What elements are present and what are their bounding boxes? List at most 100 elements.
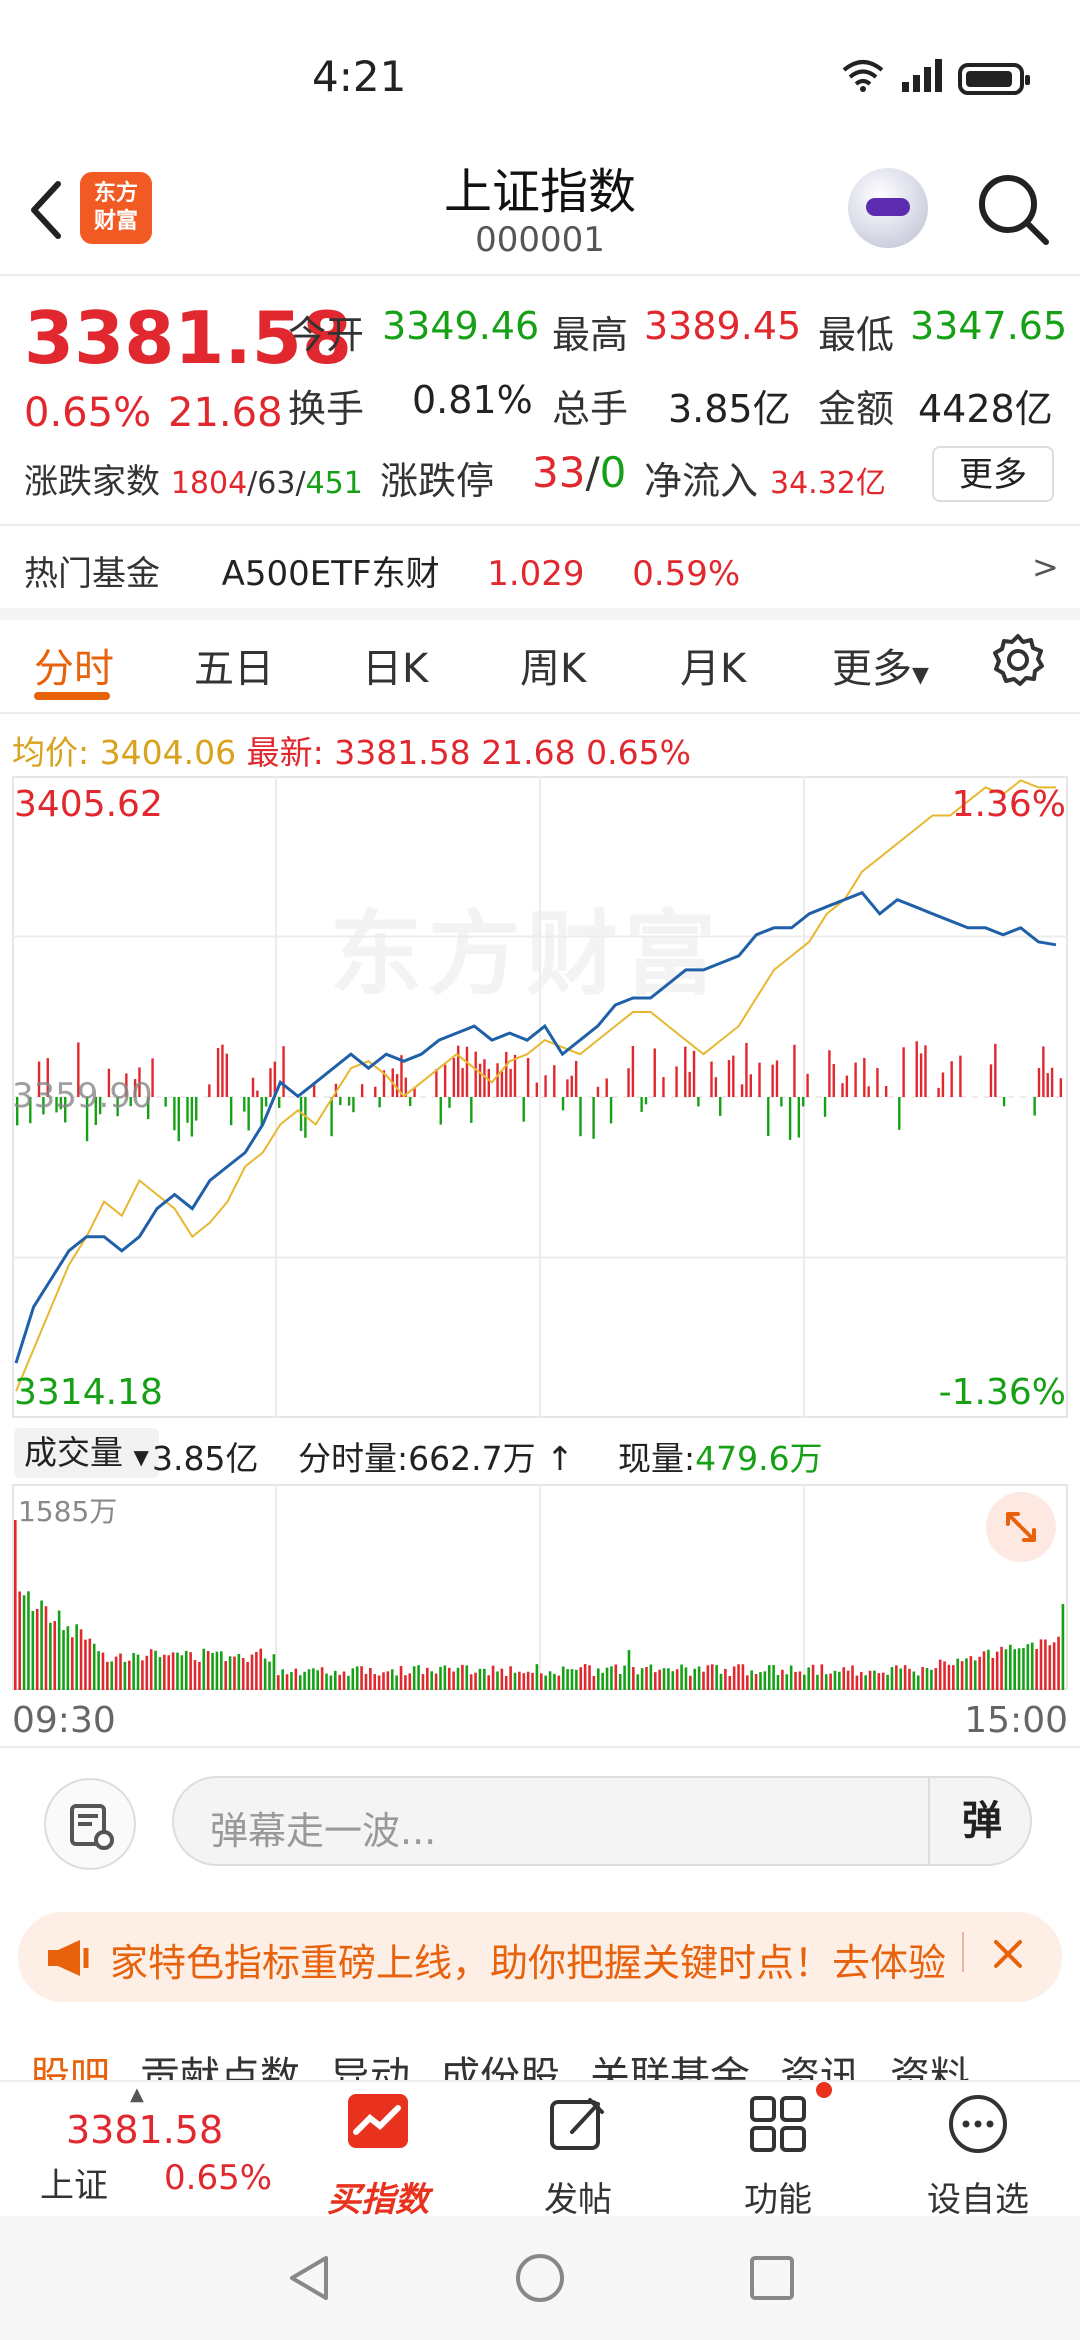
- more-button[interactable]: 更多: [932, 446, 1054, 502]
- volume-bar: [807, 1667, 810, 1690]
- nav-post[interactable]: 发帖: [508, 2172, 648, 2221]
- volume-bar: [794, 1671, 797, 1690]
- net-flow-bar: [771, 1064, 774, 1097]
- volume-bar: [88, 1638, 92, 1690]
- assistant-robot-icon[interactable]: [848, 168, 928, 248]
- tab-daily-k[interactable]: 日K: [362, 636, 428, 694]
- volume-bar: [184, 1650, 188, 1690]
- nav-index-price[interactable]: 3381.58: [66, 2108, 223, 2152]
- tab-intraday[interactable]: 分时: [34, 636, 114, 694]
- volume-bar: [167, 1655, 171, 1690]
- nav-buy-index[interactable]: 买指数: [308, 2172, 448, 2221]
- net-flow-bar: [631, 1045, 635, 1097]
- settings-gear-icon[interactable]: [990, 632, 1046, 688]
- volume-bar: [404, 1675, 407, 1690]
- volume-bar: [421, 1674, 425, 1690]
- danmu-placeholder: 弹幕走一波...: [210, 1809, 437, 1853]
- volume-bar: [193, 1660, 197, 1690]
- net-flow-bar: [173, 1097, 176, 1131]
- open-label: 今开: [288, 313, 365, 357]
- hot-fund-row[interactable]: 热门基金 A500ETF东财 1.029 0.59%: [24, 546, 740, 595]
- volume-bar: [390, 1669, 394, 1690]
- banner-close-button[interactable]: [978, 1924, 1038, 1984]
- volume-bar: [719, 1673, 723, 1690]
- tab-five-day[interactable]: 五日: [194, 636, 274, 694]
- volume-bar: [474, 1672, 477, 1690]
- volume-bar: [706, 1665, 710, 1690]
- net-flow-bar: [806, 1073, 809, 1097]
- system-recents-icon[interactable]: [744, 2250, 800, 2310]
- volume-bar: [27, 1591, 30, 1690]
- volume-bar: [40, 1600, 43, 1690]
- function-grid-icon[interactable]: [746, 2092, 810, 2156]
- tab-weekly-k[interactable]: 周K: [520, 636, 586, 694]
- system-home-icon[interactable]: [512, 2250, 568, 2310]
- net-flow-bar: [221, 1044, 224, 1097]
- tab-monthly-k[interactable]: 月K: [680, 636, 746, 694]
- volume-bar: [377, 1675, 381, 1690]
- volume-bar: [653, 1672, 657, 1690]
- search-button[interactable]: [976, 172, 1052, 248]
- volume-bar: [570, 1669, 574, 1690]
- expand-chart-button[interactable]: [986, 1492, 1056, 1562]
- volume-bar: [824, 1674, 828, 1690]
- volume-bar: [535, 1664, 539, 1690]
- volume-bar: [842, 1667, 846, 1690]
- volume-bar: [57, 1610, 61, 1690]
- add-watchlist-icon[interactable]: [946, 2092, 1010, 2156]
- indicator-select[interactable]: 成交量 ▼: [14, 1428, 159, 1478]
- net-flow-bar: [684, 1046, 687, 1097]
- volume-bar: [22, 1595, 26, 1690]
- net-flow-bar: [496, 1063, 499, 1097]
- nav-index-pct[interactable]: 0.65%: [164, 2158, 272, 2198]
- battery-icon: [958, 62, 1030, 95]
- volume-bar: [601, 1672, 604, 1690]
- net-flow-bar: [793, 1044, 796, 1097]
- nav-index-name[interactable]: 上证: [40, 2158, 108, 2207]
- net-flow-bar: [509, 1068, 512, 1097]
- buy-index-icon[interactable]: [346, 2092, 410, 2156]
- volume-bar: [224, 1661, 227, 1690]
- net-flow-bar: [697, 1097, 700, 1107]
- net-flow-bar: [195, 1097, 198, 1121]
- net-flow-bar: [867, 1086, 870, 1097]
- net-flow-bar: [919, 1053, 923, 1097]
- net-flow-bar: [675, 1066, 678, 1097]
- system-back-icon[interactable]: [282, 2250, 338, 2310]
- volume-bar: [176, 1652, 179, 1690]
- nav-add-watchlist[interactable]: 设自选: [908, 2172, 1048, 2221]
- volume-bar: [1026, 1644, 1030, 1690]
- volume-bar: [298, 1675, 302, 1690]
- danmu-settings-button[interactable]: [44, 1778, 136, 1870]
- volume-bar: [763, 1671, 767, 1690]
- nav-function[interactable]: 功能: [708, 2172, 848, 2221]
- turnover-value: 0.81%: [412, 378, 533, 422]
- volume-bar: [811, 1664, 815, 1690]
- net-flow-bar: [465, 1046, 469, 1097]
- volume-bar: [649, 1664, 653, 1690]
- volume-bar: [890, 1667, 894, 1690]
- net-flow-bar: [1033, 1097, 1036, 1116]
- volume-bar: [732, 1666, 736, 1690]
- volume-bar: [145, 1655, 149, 1690]
- post-icon[interactable]: [546, 2092, 610, 2156]
- volume-bar: [820, 1664, 824, 1690]
- net-flow-bar: [570, 1075, 573, 1097]
- volume-bar: [930, 1669, 933, 1690]
- fund-arrow-icon[interactable]: >: [1032, 548, 1059, 586]
- volume-value: 3.85亿: [668, 387, 791, 431]
- volume-bar: [439, 1666, 442, 1690]
- net-flow-bar: [950, 1061, 953, 1097]
- volume-bar: [658, 1669, 661, 1690]
- volume-bar: [417, 1665, 420, 1690]
- net-flow-bar: [710, 1061, 713, 1097]
- volume-bar: [456, 1667, 460, 1690]
- volume-bar: [114, 1656, 118, 1690]
- danmu-toggle-button[interactable]: 弹: [928, 1778, 1034, 1864]
- tab-more[interactable]: 更多▼: [832, 636, 929, 694]
- volume-bar: [610, 1666, 613, 1690]
- volume-bar: [500, 1668, 504, 1690]
- volume-chart-svg: [14, 1484, 1065, 1690]
- volume-bar: [689, 1675, 692, 1690]
- signal-icon: [900, 58, 944, 99]
